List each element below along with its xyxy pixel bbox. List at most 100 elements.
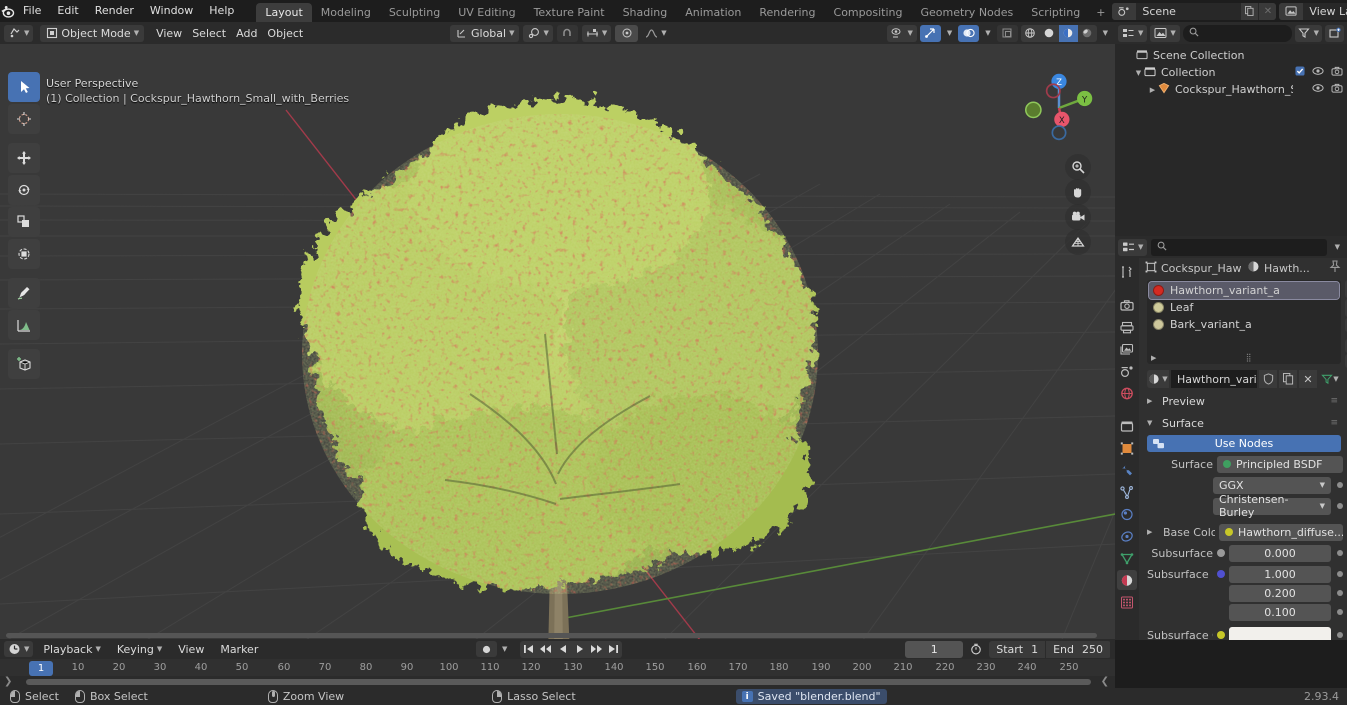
material-slot-row[interactable]: Bark_variant_a [1149,316,1339,333]
overlays-options[interactable]: ▼ [982,25,993,42]
tab-render[interactable] [1117,295,1137,315]
play-button[interactable] [571,641,588,658]
resize-grip[interactable]: ⣿ [1246,353,1253,362]
fake-user-button[interactable] [1259,370,1277,388]
scene-selector[interactable]: Scene ✕ [1112,2,1277,20]
outliner-editor-type[interactable]: ▼ [1118,24,1148,42]
eye-icon[interactable] [1312,66,1324,79]
shading-solid[interactable] [1040,25,1059,42]
camera-view-button[interactable] [1065,204,1091,230]
auto-keying-options[interactable]: ▼ [499,641,510,657]
tool-add-cube[interactable] [8,349,40,379]
outliner-filter-button[interactable]: ▼ [1294,24,1322,42]
outliner-new-collection-button[interactable] [1325,24,1344,42]
checkbox-exclude[interactable] [1295,66,1305,79]
subsurface-radius-z-field[interactable]: 0.100 [1229,603,1331,621]
tab-tool[interactable] [1117,262,1137,282]
workspace-tab-layout[interactable]: Layout [256,3,312,22]
start-frame-field[interactable]: Start 1 [989,640,1046,658]
unlink-material-button[interactable]: ✕ [1299,370,1317,388]
tool-cursor[interactable] [8,104,40,134]
properties-search-input[interactable] [1151,238,1327,256]
tool-move[interactable] [8,143,40,173]
workspace-tab-animation[interactable]: Animation [676,3,750,22]
view-layer-selector[interactable]: View Layer ✕ [1279,2,1347,20]
tool-scale[interactable] [8,207,40,237]
material-specials-button[interactable]: ▼ [1319,370,1341,388]
tab-world[interactable] [1117,383,1137,403]
tab-particles[interactable] [1117,482,1137,502]
add-workspace-button[interactable]: + [1089,3,1112,22]
shading-wireframe[interactable] [1021,25,1040,42]
properties-panel[interactable]: Cockspur_Hawt... Hawth... Hawthorn_varia… [1139,258,1347,640]
tab-material[interactable] [1117,570,1137,590]
navigation-gizmo[interactable]: Z Y X [1021,70,1097,146]
jump-to-prev-keyframe-button[interactable] [537,641,554,658]
new-scene-button[interactable] [1241,2,1259,20]
zoom-view-button[interactable] [1065,154,1091,180]
outliner-tree[interactable]: Scene Collection ▼ Collection ▶ Cockspur… [1115,44,1347,236]
eye-icon[interactable] [1312,83,1324,96]
pin-icon[interactable] [1329,260,1341,276]
use-nodes-button[interactable]: Use Nodes [1147,435,1341,452]
tool-tweak[interactable] [8,72,40,102]
menu-help[interactable]: Help [201,2,242,20]
outliner-display-mode[interactable]: ▼ [1150,24,1180,42]
scroll-left-arrow-icon[interactable]: ❯ [4,676,12,687]
use-preview-range-button[interactable] [966,641,986,657]
viewport-menu-object[interactable]: Object [262,25,308,42]
outliner-row-object[interactable]: ▶ Cockspur_Hawthorn_Sma [1115,81,1347,98]
timeline-menu-playback[interactable]: Playback ▼ [37,641,106,657]
workspace-tab-uv-editing[interactable]: UV Editing [449,3,524,22]
auto-keying-toggle[interactable] [476,641,497,657]
tab-physics[interactable] [1117,504,1137,524]
base-color-field[interactable]: Hawthorn_diffuse.... [1219,523,1343,541]
material-slot-list[interactable]: Hawthorn_variant_a Leaf Bark_variant_a ▶… [1147,280,1347,368]
workspace-tab-modeling[interactable]: Modeling [312,3,380,22]
jump-to-next-keyframe-button[interactable] [588,641,605,658]
3d-viewport[interactable]: User Perspective (1) Collection | Cocksp… [0,44,1115,639]
timeline-menu-view[interactable]: View [172,641,210,657]
subsurface-method-selector[interactable]: Christensen-Burley ▼ [1213,493,1331,519]
xray-toggle[interactable] [996,24,1018,42]
tool-measure[interactable] [8,310,40,340]
viewport-menu-add[interactable]: Add [231,25,262,42]
subsurface-value-field[interactable]: 0.000 [1229,544,1331,562]
end-frame-field[interactable]: End 250 [1046,640,1110,658]
animate-property-dot[interactable] [1337,482,1343,488]
disclosure-triangle-icon[interactable]: ▶ [1147,86,1158,94]
timeline-menu-marker[interactable]: Marker [214,641,264,657]
animate-property-dot[interactable] [1337,503,1343,509]
tool-annotate[interactable] [8,278,40,308]
tool-rotate[interactable] [8,175,40,205]
snap-options[interactable]: ▼ [581,24,612,42]
current-frame-field[interactable]: 1 [905,640,964,658]
slot-specials-triangle-icon[interactable]: ▶ [1151,354,1161,362]
transform-orientation-selector[interactable]: Global ▼ [450,24,520,42]
expand-triangle-icon[interactable]: ▶ [1147,528,1159,536]
delete-scene-button[interactable]: ✕ [1259,2,1277,20]
scroll-right-arrow-icon[interactable]: ❮ [1101,676,1109,687]
proportional-falloff-selector[interactable]: ▼ [642,25,669,42]
timeline-menu-keying[interactable]: Keying ▼ [111,641,168,657]
toggle-orthographic-button[interactable] [1065,229,1091,255]
tab-modifiers[interactable] [1117,460,1137,480]
timeline-editor-type[interactable]: ▼ [4,641,34,657]
new-material-button[interactable] [1279,370,1297,388]
blender-logo-icon[interactable] [0,0,15,22]
breadcrumb-material-label[interactable]: Hawth... [1264,262,1310,275]
material-name-field[interactable]: Hawthorn_varia... [1171,370,1257,388]
tab-scene[interactable] [1117,361,1137,381]
interaction-mode-selector[interactable]: Object Mode ▼ [40,24,145,42]
jump-to-start-button[interactable] [520,641,537,658]
viewport-menu-view[interactable]: View [151,25,187,42]
tab-object[interactable] [1117,438,1137,458]
shading-mode-group[interactable] [1020,24,1097,42]
material-slot-row[interactable]: Leaf [1149,299,1339,316]
workspace-tab-sculpting[interactable]: Sculpting [380,3,449,22]
menu-edit[interactable]: Edit [49,2,86,20]
camera-render-icon[interactable] [1331,83,1343,96]
properties-options-button[interactable]: ▼ [1331,239,1344,256]
panel-surface-header[interactable]: ▼ Surface ≡ [1139,414,1347,432]
outliner-row-collection[interactable]: ▼ Collection [1115,64,1347,81]
